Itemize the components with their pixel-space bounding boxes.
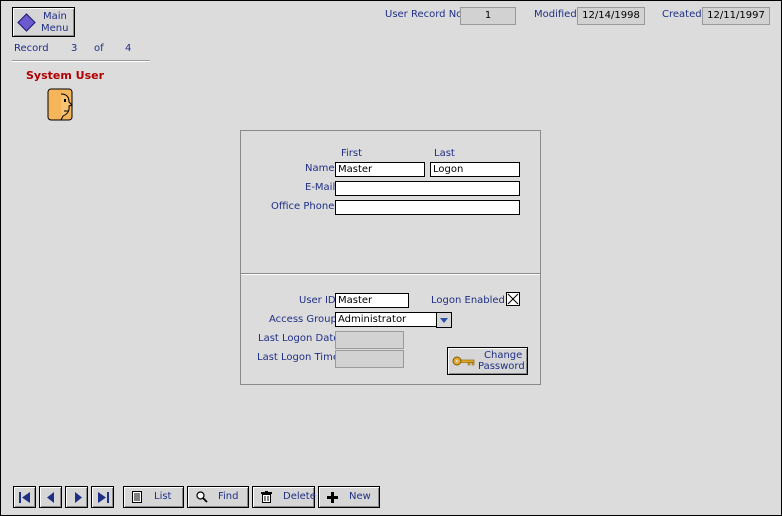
last-logon-date-label: Last Logon Date [258, 333, 340, 344]
modified-label: Modified [534, 9, 577, 20]
list-button[interactable]: List [123, 486, 184, 508]
key-icon [452, 355, 476, 370]
last-record-button[interactable] [91, 486, 114, 508]
name-label: Name [305, 163, 335, 174]
main-menu-label-1: Main [43, 11, 67, 22]
access-group-label: Access Group [269, 314, 337, 325]
plus-icon [327, 491, 338, 511]
arrow-right-icon [74, 492, 82, 506]
record-of-label: of [94, 43, 104, 54]
last-logon-date-field [335, 331, 404, 349]
office-phone-field[interactable] [335, 200, 520, 215]
last-logon-time-field [335, 350, 404, 368]
created-date-value: 12/11/1997 [702, 7, 770, 25]
logon-enabled-label: Logon Enabled [431, 295, 505, 306]
user-id-label: User ID [299, 295, 336, 306]
logon-enabled-checkbox[interactable] [506, 292, 520, 306]
user-record-no-label: User Record No [385, 9, 463, 20]
panel-divider [241, 273, 540, 275]
find-label: Find [218, 491, 239, 502]
created-label: Created [662, 9, 702, 20]
access-group-dropdown-button[interactable] [436, 312, 452, 328]
arrow-left-icon [47, 492, 55, 506]
next-record-button[interactable] [65, 486, 88, 508]
last-logon-time-label: Last Logon Time [257, 352, 339, 363]
email-field[interactable] [335, 181, 520, 196]
main-menu-button[interactable]: Main Menu [12, 7, 75, 37]
new-button[interactable]: New [318, 486, 380, 508]
record-divider [12, 60, 150, 62]
skip-to-first-icon [19, 492, 31, 506]
delete-label: Delete [283, 491, 316, 502]
modified-date-value: 12/14/1998 [577, 7, 645, 25]
new-label: New [349, 491, 371, 502]
find-button[interactable]: Find [187, 486, 249, 508]
trash-icon [261, 491, 272, 511]
user-face-icon [47, 88, 75, 125]
last-name-field[interactable]: Logon [430, 162, 520, 177]
access-group-select[interactable]: Administrator [335, 312, 437, 327]
list-label: List [154, 491, 172, 502]
previous-record-button[interactable] [39, 486, 62, 508]
email-label: E-Mail [305, 182, 336, 193]
first-name-field[interactable]: Master [335, 162, 425, 177]
diamond-icon [17, 13, 36, 32]
skip-to-last-icon [97, 492, 109, 506]
office-phone-label: Office Phone [271, 201, 335, 212]
change-password-label-1: Change [484, 350, 523, 361]
chevron-down-icon [440, 318, 448, 323]
record-label: Record [14, 43, 49, 54]
section-title: System User [26, 69, 105, 82]
last-heading: Last [434, 148, 455, 159]
first-record-button[interactable] [13, 486, 36, 508]
change-password-label-2: Password [478, 361, 525, 372]
main-menu-label-2: Menu [41, 23, 69, 34]
magnifier-icon [196, 491, 208, 511]
record-current: 3 [71, 43, 78, 54]
user-record-no-value: 1 [460, 7, 516, 25]
change-password-button[interactable]: Change Password [447, 347, 528, 375]
delete-button[interactable]: Delete [252, 486, 316, 511]
list-icon [132, 491, 142, 511]
first-heading: First [341, 148, 363, 159]
record-total: 4 [125, 43, 132, 54]
user-id-field[interactable]: Master [335, 293, 409, 308]
